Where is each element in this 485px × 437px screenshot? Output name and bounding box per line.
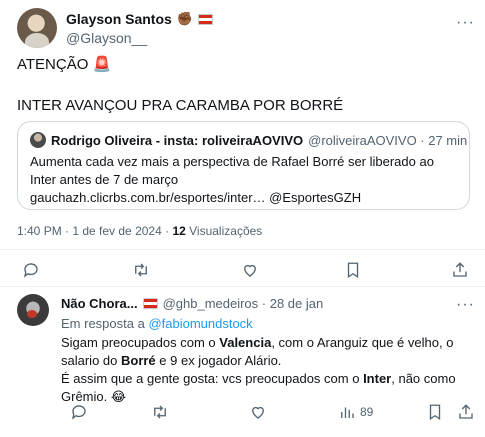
views-count: 89	[360, 405, 374, 419]
views-button[interactable]: 89	[338, 403, 373, 421]
reply-handle-time: @ghb_medeiros · 28 de jan	[162, 296, 324, 311]
divider	[0, 286, 485, 287]
retweet-icon[interactable]	[132, 261, 150, 279]
replying-to-link[interactable]: @fabiomundstock	[148, 316, 252, 331]
author-row: Glayson Santos ✊🏾	[66, 11, 213, 27]
reply-text-bold: Valencia	[219, 335, 272, 350]
quote-avatar	[30, 132, 46, 148]
flag-icon	[198, 13, 213, 25]
like-icon[interactable]	[241, 261, 259, 279]
reply-header: Não Chora... @ghb_medeiros · 28 de jan	[61, 296, 323, 311]
more-icon[interactable]: ···	[456, 296, 475, 314]
views-icon	[338, 403, 356, 421]
quoted-tweet[interactable]: Rodrigo Oliveira - insta: roliveiraAOVIV…	[17, 121, 470, 210]
more-icon[interactable]: ···	[456, 14, 475, 32]
quote-handle-time: @roliveiraAOVIVO · 27 min	[308, 132, 468, 148]
tweet-text-line1: ATENÇÃO 🚨	[17, 56, 112, 73]
reply-text-bold: Inter	[363, 371, 392, 386]
main-post: Glayson Santos ✊🏾 @Glayson__ ··· ATENÇÃO…	[0, 0, 485, 290]
post-meta: 1:40 PM · 1 de fev de 2024 · 12 Visualiz…	[17, 224, 262, 238]
reply-tweet[interactable]: Não Chora... @ghb_medeiros · 28 de jan ·…	[0, 290, 485, 437]
reply-text-part: e 9 ex jogador Alário.	[155, 353, 282, 368]
fist-emoji: ✊🏾	[176, 11, 193, 26]
author-name[interactable]: Glayson Santos	[66, 11, 172, 27]
reply-icon[interactable]	[70, 403, 88, 421]
quote-author: Rodrigo Oliveira - insta: roliveiraAOVIV…	[51, 132, 304, 148]
share-icon[interactable]	[451, 261, 469, 279]
reply-author[interactable]: Não Chora...	[61, 296, 138, 311]
quote-text: Aumenta cada vez mais a perspectiva de R…	[30, 154, 434, 187]
avatar[interactable]	[17, 8, 57, 48]
like-icon[interactable]	[249, 403, 267, 421]
tweet-text-line2: INTER AVANÇOU PRA CARAMBA POR BORRÉ	[17, 97, 344, 114]
reply-icon[interactable]	[22, 261, 40, 279]
quote-header: Rodrigo Oliveira - insta: roliveiraAOVIV…	[30, 132, 467, 148]
quote-link[interactable]: gauchazh.clicrbs.com.br/esportes/inter… …	[30, 190, 361, 205]
replying-to: Em resposta a @fabiomundstock	[61, 316, 253, 331]
reply-text-part: Sigam preocupados com o	[61, 335, 220, 350]
views-count: 12	[172, 224, 186, 238]
divider	[0, 249, 485, 250]
bookmark-icon[interactable]	[426, 403, 444, 421]
reply-text-bold: Borré	[120, 353, 156, 368]
views-label: Visualizações	[185, 224, 263, 238]
replying-prefix: Em resposta a	[61, 316, 149, 331]
share-icon[interactable]	[457, 403, 475, 421]
quote-text-block: Aumenta cada vez mais a perspectiva de R…	[30, 153, 460, 207]
bookmark-icon[interactable]	[344, 261, 362, 279]
retweet-icon[interactable]	[151, 403, 169, 421]
reply-text: Sigam preocupados com o Valencia, com o …	[61, 334, 476, 406]
reply-avatar[interactable]	[17, 294, 49, 326]
post-timestamp[interactable]: 1:40 PM · 1 de fev de 2024 ·	[17, 224, 172, 238]
flag-icon	[142, 298, 158, 309]
reply-text-part: É assim que a gente gosta: vcs preocupad…	[61, 371, 364, 386]
author-handle[interactable]: @Glayson__	[66, 30, 147, 46]
